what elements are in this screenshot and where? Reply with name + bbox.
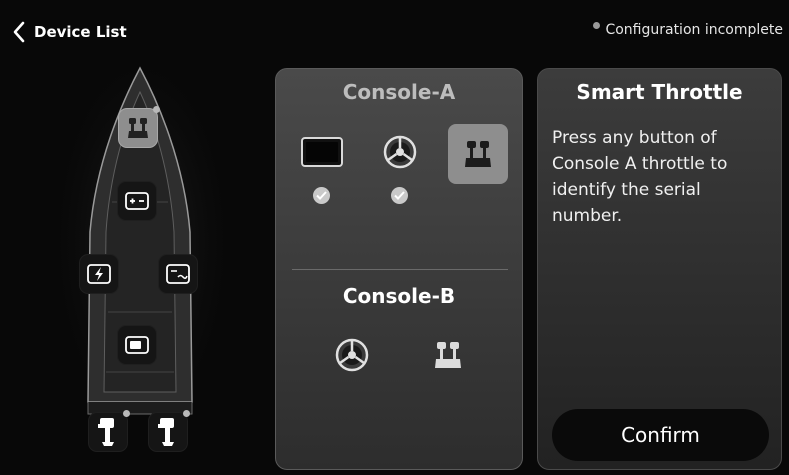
console-divider xyxy=(292,269,508,270)
boat-throttle-device[interactable] xyxy=(118,106,160,148)
throttle-icon xyxy=(128,118,148,138)
console-a-title: Console-A xyxy=(342,80,456,104)
boat-charger-device[interactable] xyxy=(79,254,119,294)
outboard-motor-icon xyxy=(158,418,174,446)
boat-inverter-device[interactable] xyxy=(158,254,198,294)
display-icon xyxy=(301,137,343,167)
boat-diagram xyxy=(60,62,230,475)
status-dot xyxy=(123,410,130,417)
console-b-steering[interactable] xyxy=(324,327,380,383)
boat-motor-starboard-device[interactable] xyxy=(148,410,190,452)
header: Device List Configuration incomplete xyxy=(0,0,789,62)
check-icon xyxy=(391,187,408,204)
console-b-title: Console-B xyxy=(342,284,456,308)
inverter-icon xyxy=(166,264,190,284)
display-icon xyxy=(125,336,149,354)
outboard-motor-icon xyxy=(98,418,114,446)
status-dot xyxy=(183,410,190,417)
back-label: Device List xyxy=(34,23,127,41)
boat-battery-device[interactable] xyxy=(117,181,157,221)
instruction-text: Press any button of Console A throttle t… xyxy=(552,128,728,226)
boat-display-device[interactable] xyxy=(117,325,157,365)
throttle-icon xyxy=(465,141,491,167)
throttle-icon xyxy=(435,342,461,368)
status-dot xyxy=(593,21,601,29)
console-panel: Console-A Console-B xyxy=(275,68,523,470)
config-status: Configuration incomplete xyxy=(593,21,783,38)
device-title: Smart Throttle xyxy=(576,80,743,104)
steering-wheel-icon xyxy=(335,338,369,372)
back-button[interactable]: Device List xyxy=(12,18,127,46)
power-charger-icon xyxy=(87,264,111,284)
steering-wheel-icon xyxy=(383,135,417,169)
status-text: Configuration incomplete xyxy=(605,22,783,38)
device-info-panel: Smart Throttle Press any button of Conso… xyxy=(537,68,782,470)
boat-motor-port-device[interactable] xyxy=(88,410,130,452)
battery-icon xyxy=(125,192,149,210)
check-icon xyxy=(313,187,330,204)
console-b-throttle[interactable] xyxy=(420,327,476,383)
status-dot xyxy=(153,106,160,113)
confirm-button[interactable]: Confirm xyxy=(552,409,769,461)
console-a-steering[interactable] xyxy=(372,124,428,180)
console-a-throttle[interactable] xyxy=(448,124,508,184)
console-a-display[interactable] xyxy=(294,124,350,180)
chevron-left-icon xyxy=(13,21,25,43)
